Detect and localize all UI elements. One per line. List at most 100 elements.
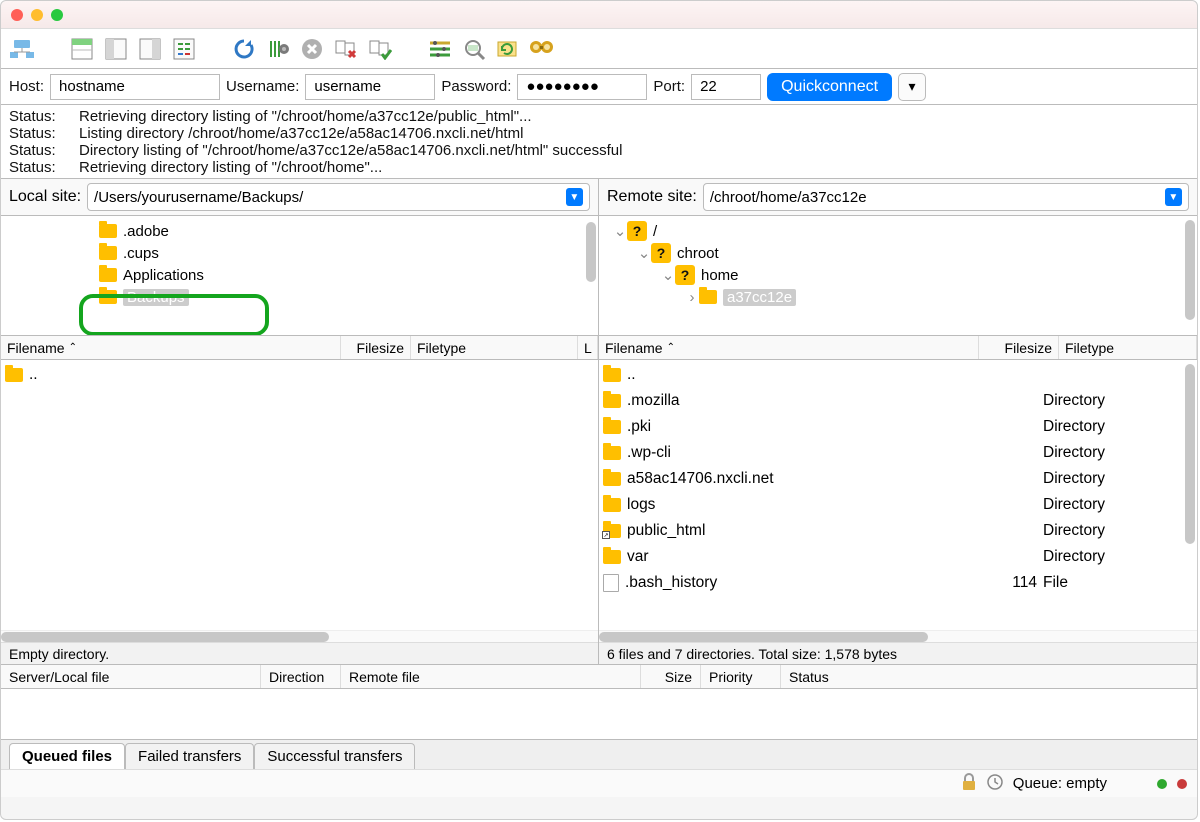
tree-item[interactable]: home: [701, 267, 739, 284]
col-filename[interactable]: Filename: [7, 340, 65, 356]
tree-item[interactable]: Applications: [123, 267, 204, 284]
horizontal-scrollbar[interactable]: [599, 630, 1197, 642]
lock-icon[interactable]: [961, 773, 977, 795]
remote-column-header[interactable]: Filename⌃ Filesize Filetype: [599, 336, 1197, 360]
col-remote-file[interactable]: Remote file: [349, 669, 420, 685]
col-filesize[interactable]: Filesize: [1005, 340, 1052, 356]
cancel-icon[interactable]: [299, 36, 325, 62]
col-server-local[interactable]: Server/Local file: [9, 669, 109, 685]
quickconnect-history-dropdown[interactable]: ▾: [898, 73, 926, 101]
folder-icon: [603, 420, 621, 434]
col-filesize[interactable]: Filesize: [357, 340, 404, 356]
local-file-list[interactable]: ..: [1, 360, 598, 630]
queue-header[interactable]: Server/Local file Direction Remote file …: [1, 665, 1197, 689]
process-queue-icon[interactable]: [265, 36, 291, 62]
list-item[interactable]: varDirectory: [603, 544, 1193, 570]
local-path-input[interactable]: ▼: [87, 183, 590, 211]
toggle-log-icon[interactable]: [69, 36, 95, 62]
list-item[interactable]: a58ac14706.nxcli.netDirectory: [603, 466, 1193, 492]
quickconnect-bar: Host: Username: Password: Port: Quickcon…: [1, 69, 1197, 105]
list-item[interactable]: .bash_history114File: [603, 570, 1193, 596]
host-label: Host:: [9, 78, 44, 95]
disclosure-expanded-icon[interactable]: ⌄: [637, 244, 651, 262]
col-status[interactable]: Status: [789, 669, 829, 685]
folder-icon: [603, 368, 621, 382]
folder-icon: [603, 498, 621, 512]
col-filetype[interactable]: Filetype: [417, 340, 466, 356]
reconnect-icon[interactable]: [367, 36, 393, 62]
folder-icon: [603, 472, 621, 486]
unknown-folder-icon: ?: [675, 265, 695, 285]
refresh-icon[interactable]: [231, 36, 257, 62]
toggle-remote-tree-icon[interactable]: [137, 36, 163, 62]
list-item[interactable]: ..: [603, 362, 1193, 388]
tree-item[interactable]: .adobe: [123, 223, 169, 240]
close-window-icon[interactable]: [11, 9, 23, 21]
disclosure-collapsed-icon[interactable]: ›: [685, 289, 699, 306]
file-name: ..: [627, 366, 636, 384]
vertical-scrollbar[interactable]: [1185, 218, 1195, 333]
disconnect-icon[interactable]: [333, 36, 359, 62]
col-size[interactable]: Size: [665, 669, 692, 685]
site-manager-icon[interactable]: [9, 36, 35, 62]
horizontal-scrollbar[interactable]: [1, 630, 598, 642]
directory-compare-icon[interactable]: [461, 36, 487, 62]
search-files-icon[interactable]: [529, 36, 555, 62]
col-filetype[interactable]: Filetype: [1065, 340, 1114, 356]
remote-path-field[interactable]: [710, 189, 1165, 206]
toggle-queue-icon[interactable]: [171, 36, 197, 62]
filter-icon[interactable]: [427, 36, 453, 62]
list-item[interactable]: ↗public_htmlDirectory: [603, 518, 1193, 544]
minimize-window-icon[interactable]: [31, 9, 43, 21]
tree-item-selected[interactable]: a37cc12e: [723, 289, 796, 306]
folder-icon: [603, 550, 621, 564]
tab-successful-transfers[interactable]: Successful transfers: [254, 743, 415, 769]
list-item[interactable]: logsDirectory: [603, 492, 1193, 518]
remote-file-list[interactable]: ...mozillaDirectory.pkiDirectory.wp-cliD…: [599, 360, 1197, 630]
list-item[interactable]: .mozillaDirectory: [603, 388, 1193, 414]
local-path-field[interactable]: [94, 189, 566, 206]
chevron-down-icon[interactable]: ▼: [1165, 188, 1182, 206]
tree-item[interactable]: chroot: [677, 245, 719, 262]
local-column-header[interactable]: Filename⌃ Filesize Filetype L: [1, 336, 598, 360]
col-priority[interactable]: Priority: [709, 669, 753, 685]
remote-tree[interactable]: ⌄?/ ⌄?chroot ⌄?home ›a37cc12e: [599, 216, 1197, 336]
remote-site-label: Remote site:: [607, 188, 697, 206]
col-lastmod[interactable]: L: [584, 340, 592, 356]
file-type: Directory: [1043, 548, 1105, 566]
log-line: Directory listing of "/chroot/home/a37cc…: [79, 142, 622, 159]
toggle-local-tree-icon[interactable]: [103, 36, 129, 62]
file-name: .bash_history: [625, 574, 717, 592]
status-prefix: Status:: [9, 142, 79, 159]
quickconnect-button[interactable]: Quickconnect: [767, 73, 892, 101]
tab-queued-files[interactable]: Queued files: [9, 743, 125, 769]
list-item[interactable]: .pkiDirectory: [603, 414, 1193, 440]
password-input[interactable]: [517, 74, 647, 100]
tree-item[interactable]: /: [653, 223, 657, 240]
sync-browsing-icon[interactable]: [495, 36, 521, 62]
col-filename[interactable]: Filename: [605, 340, 663, 356]
tree-item[interactable]: .cups: [123, 245, 159, 262]
col-direction[interactable]: Direction: [269, 669, 324, 685]
disclosure-expanded-icon[interactable]: ⌄: [661, 266, 675, 284]
username-input[interactable]: [305, 74, 435, 100]
maximize-window-icon[interactable]: [51, 9, 63, 21]
remote-path-input[interactable]: ▼: [703, 183, 1189, 211]
vertical-scrollbar[interactable]: [1185, 362, 1195, 628]
disclosure-expanded-icon[interactable]: ⌄: [613, 222, 627, 240]
port-input[interactable]: [691, 74, 761, 100]
tab-failed-transfers[interactable]: Failed transfers: [125, 743, 254, 769]
unknown-folder-icon: ?: [651, 243, 671, 263]
list-item[interactable]: ..: [5, 362, 594, 388]
file-name: .wp-cli: [627, 444, 671, 462]
transfer-queue[interactable]: [1, 689, 1197, 739]
local-tree[interactable]: .adobe .cups Applications Backups: [1, 216, 598, 336]
list-item[interactable]: .wp-cliDirectory: [603, 440, 1193, 466]
status-log[interactable]: Status:Retrieving directory listing of "…: [1, 105, 1197, 179]
chevron-down-icon[interactable]: ▼: [566, 188, 583, 206]
host-input[interactable]: [50, 74, 220, 100]
clock-icon[interactable]: [987, 774, 1003, 794]
vertical-scrollbar[interactable]: [586, 218, 596, 333]
folder-icon: [99, 290, 117, 304]
tree-item-selected[interactable]: Backups: [123, 289, 189, 306]
